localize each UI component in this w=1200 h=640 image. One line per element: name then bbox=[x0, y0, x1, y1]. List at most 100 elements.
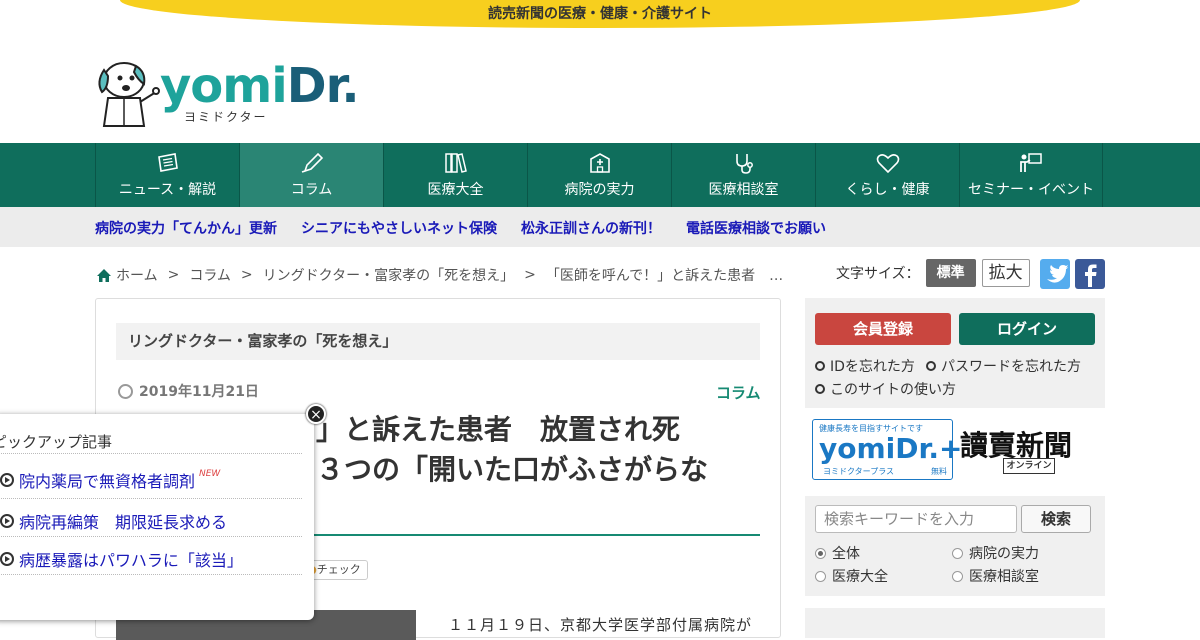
new-badge: NEW bbox=[199, 469, 221, 479]
sub-nav: 病院の実力「てんかん」更新 シニアにもやさしいネット保険 松永正訓さんの新刊！ … bbox=[0, 207, 1200, 247]
home-icon bbox=[97, 268, 111, 282]
nav-label: 医療大全 bbox=[427, 182, 484, 198]
subnav-link-new-book[interactable]: 松永正訓さんの新刊！ bbox=[521, 218, 661, 238]
pickup-popup: ピックアップ記事 院内薬局で無資格者調剤 NEW 病院再編策 期限延長求める 病歴… bbox=[0, 414, 314, 620]
plus-subtitle: ヨミドクタープラス bbox=[823, 467, 895, 476]
yomiuri-online-label: オンライン bbox=[1003, 458, 1055, 474]
search-scope-hospital[interactable]: 病院の実力 bbox=[952, 543, 1039, 563]
stethoscope-icon bbox=[735, 154, 753, 174]
bullet-icon bbox=[815, 361, 825, 371]
breadcrumb-series[interactable]: リングドクター・富家孝の「死を想え」 bbox=[263, 265, 514, 285]
breadcrumb-column[interactable]: コラム bbox=[189, 265, 231, 285]
article-body: １１月１９日、京都大学医学部付属病院が bbox=[448, 616, 753, 634]
forgot-password-link[interactable]: パスワードを忘れた方 bbox=[926, 356, 1081, 376]
register-button[interactable]: 会員登録 bbox=[815, 313, 951, 345]
sidebar-next-panel bbox=[805, 608, 1105, 638]
breadcrumb: ホーム > コラム > リングドクター・富家孝の「死を想え」 > 「医師を呼んで… bbox=[96, 265, 793, 285]
radio-label: 全体 bbox=[832, 546, 860, 562]
login-button[interactable]: ログイン bbox=[959, 313, 1095, 345]
nav-label: セミナー・イベント bbox=[968, 182, 1094, 198]
search-scope-all[interactable]: 全体 bbox=[815, 543, 860, 563]
logo-wordmark: yomiDr. bbox=[160, 58, 360, 114]
article-date: 2019年11月21日 bbox=[118, 381, 259, 401]
nav-item-life[interactable]: くらし・健康 bbox=[815, 143, 959, 207]
popup-item-label: 院内薬局で無資格者調剤 bbox=[19, 472, 196, 491]
bullet-icon bbox=[815, 384, 825, 394]
breadcrumb-separator: > bbox=[524, 267, 536, 283]
breadcrumb-separator: > bbox=[240, 267, 253, 283]
search-button[interactable]: 検索 bbox=[1021, 505, 1091, 533]
font-size-standard-button[interactable]: 標準 bbox=[925, 259, 976, 287]
breadcrumb-home[interactable]: ホーム bbox=[116, 265, 158, 285]
nav-label: 医療相談室 bbox=[708, 182, 779, 198]
books-icon bbox=[444, 153, 467, 173]
font-size-label: 文字サイズ： bbox=[836, 266, 920, 282]
divider bbox=[0, 498, 302, 499]
subnav-link-insurance[interactable]: シニアにもやさしいネット保険 bbox=[301, 218, 497, 238]
popup-item-label: 病院再編策 期限延長求める bbox=[19, 513, 228, 532]
plus-free-label: 無料 bbox=[931, 467, 947, 476]
font-size-large-button[interactable]: 拡大 bbox=[981, 259, 1030, 287]
news-icon bbox=[157, 153, 178, 172]
popup-item[interactable]: 病院再編策 期限延長求める bbox=[0, 509, 227, 533]
howto-link[interactable]: このサイトの使い方 bbox=[815, 379, 956, 399]
nav-item-news[interactable]: ニュース・解説 bbox=[95, 143, 239, 207]
dog-mascot-icon bbox=[98, 62, 160, 127]
series-title[interactable]: リングドクター・富家孝の「死を想え」 bbox=[116, 323, 760, 360]
nav-label: ニュース・解説 bbox=[118, 182, 217, 198]
radio-label: 病院の実力 bbox=[969, 546, 1039, 562]
nav-item-consultation[interactable]: 医療相談室 bbox=[671, 143, 815, 207]
breadcrumb-current: 「医師を呼んで！」と訴えた患者 … bbox=[545, 268, 784, 284]
breadcrumb-separator: > bbox=[167, 267, 180, 283]
facebook-icon bbox=[1085, 264, 1097, 287]
date-text: 2019年11月21日 bbox=[139, 384, 259, 400]
pen-icon bbox=[301, 152, 323, 173]
nav-label: コラム bbox=[290, 182, 333, 198]
main-nav: ニュース・解説 コラム 医療大全 病院の実力 医療相談室 くらし・健康 セミナー… bbox=[0, 143, 1200, 207]
nav-item-hospital[interactable]: 病院の実力 bbox=[527, 143, 671, 207]
seminar-icon bbox=[1020, 153, 1042, 172]
radio-icon bbox=[952, 570, 963, 582]
subnav-link-phone-consult[interactable]: 電話医療相談でお願い bbox=[686, 218, 826, 238]
divider bbox=[0, 453, 302, 454]
nav-label: 病院の実力 bbox=[564, 182, 635, 198]
howto-label: このサイトの使い方 bbox=[830, 382, 956, 398]
subnav-link-epilepsy[interactable]: 病院の実力「てんかん」更新 bbox=[95, 218, 277, 238]
arrow-circle-icon bbox=[0, 552, 14, 566]
forgot-id-label: IDを忘れた方 bbox=[830, 359, 915, 375]
hospital-icon bbox=[589, 153, 610, 173]
radio-icon bbox=[952, 547, 963, 559]
twitter-icon bbox=[1047, 265, 1068, 283]
popup-title: ピックアップ記事 bbox=[0, 433, 113, 451]
nav-item-column[interactable]: コラム bbox=[239, 143, 383, 207]
radio-icon bbox=[815, 547, 826, 559]
arrow-circle-icon bbox=[0, 473, 14, 487]
search-scope-consultation[interactable]: 医療相談室 bbox=[952, 566, 1039, 586]
nav-item-seminar[interactable]: セミナー・イベント bbox=[959, 143, 1103, 207]
font-size-control: 文字サイズ： 標準 拡大 bbox=[836, 259, 1030, 287]
forgot-password-label: パスワードを忘れた方 bbox=[941, 359, 1081, 375]
article-category[interactable]: コラム bbox=[716, 382, 761, 403]
forgot-id-link[interactable]: IDを忘れた方 bbox=[815, 356, 915, 376]
popup-item[interactable]: 病歴暴露はパワハラに「該当」 bbox=[0, 547, 243, 571]
clock-icon bbox=[118, 383, 133, 399]
search-input[interactable]: 検索キーワードを入力 bbox=[815, 505, 1017, 533]
popup-item[interactable]: 院内薬局で無資格者調剤 NEW bbox=[0, 468, 220, 492]
yomidr-plus-banner[interactable]: 健康長寿を目指すサイトです yomiDr.+ ヨミドクタープラス 無料 bbox=[812, 419, 962, 480]
radio-icon bbox=[815, 570, 826, 582]
check-label: チェック bbox=[316, 563, 361, 576]
heart-icon bbox=[876, 154, 899, 174]
divider bbox=[0, 536, 302, 537]
popup-close-button[interactable]: × bbox=[306, 404, 326, 424]
facebook-button[interactable] bbox=[1075, 259, 1105, 289]
twitter-button[interactable] bbox=[1040, 259, 1070, 289]
logo-subtitle: ヨミドクター bbox=[184, 110, 268, 124]
site-logo[interactable]: yomiDr. ヨミドクター bbox=[94, 58, 364, 130]
bullet-icon bbox=[926, 361, 936, 371]
nav-item-encyclopedia[interactable]: 医療大全 bbox=[383, 143, 527, 207]
radio-label: 医療大全 bbox=[832, 569, 888, 585]
search-scope-encyclopedia[interactable]: 医療大全 bbox=[815, 566, 888, 586]
divider bbox=[0, 574, 302, 575]
top-banner: 読売新聞の医療・健康・介護サイト bbox=[120, 0, 1080, 28]
arrow-circle-icon bbox=[0, 514, 14, 528]
